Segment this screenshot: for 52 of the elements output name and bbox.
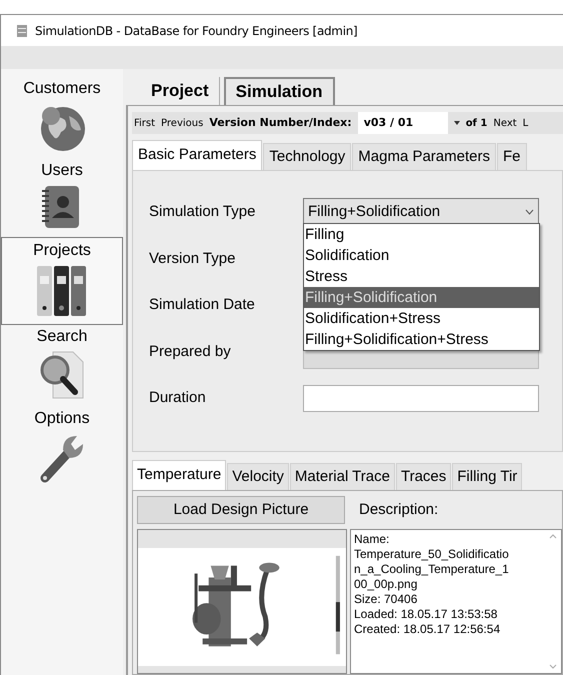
tab[interactable]: Fe	[496, 143, 526, 170]
tab[interactable]: Traces	[396, 463, 452, 490]
tab[interactable]: Project	[141, 77, 220, 105]
binders-icon	[35, 264, 89, 318]
dropdown-option[interactable]: Filling+Solidification+Stress	[304, 329, 539, 350]
field-label: Simulation Type	[149, 202, 256, 222]
dropdown-option[interactable]: Filling+Solidification	[304, 287, 539, 308]
scroll-up-icon[interactable]	[549, 534, 557, 539]
tab[interactable]: Simulation	[224, 77, 335, 105]
version-field[interactable]: v03 / 01	[358, 112, 448, 134]
tab[interactable]: Material Trace	[290, 463, 395, 490]
sidebar-item[interactable]: Users	[1, 159, 123, 237]
description-line: n_a_Cooling_Temperature_1	[354, 562, 510, 577]
previous-button[interactable]: Previous	[161, 116, 204, 130]
description-label: Description:	[359, 500, 438, 520]
field-label: Prepared by	[149, 342, 232, 362]
dropdown-option[interactable]: Stress	[304, 266, 539, 287]
description-field[interactable]: Name: Temperature_50_Solidificatio n_a_Cooling_Temperature_1 00_00p.png Size: 70406 Loaded: 18.05.17 13:53:58 Created: 18.05.17 12:56:54	[350, 529, 562, 674]
tab[interactable]: Filling Tir	[452, 463, 522, 490]
field-label: Simulation Date	[149, 295, 256, 315]
description-line: Loaded: 18.05.17 13:53:58	[354, 607, 498, 622]
window-title: SimulationDB - DataBase for Foundry Engineers [admin]	[35, 22, 358, 40]
record-count: of 1	[466, 116, 488, 130]
description-line: Size: 70406	[354, 592, 418, 607]
tab[interactable]: Technology	[263, 143, 352, 170]
chevron-down-icon	[525, 209, 534, 216]
dropdown-option[interactable]: Solidification+Stress	[304, 308, 539, 329]
last-button[interactable]: L	[522, 116, 528, 130]
tab[interactable]: Velocity	[227, 463, 289, 490]
load-picture-button[interactable]: Load Design Picture	[137, 496, 345, 524]
duration-field[interactable]	[303, 384, 539, 412]
description-line: Name:	[354, 532, 390, 547]
tab[interactable]: Basic Parameters	[132, 140, 262, 170]
tab[interactable]: Temperature	[132, 460, 226, 490]
first-button[interactable]: First	[134, 116, 156, 130]
description-line: Created: 18.05.17 12:56:54	[354, 622, 502, 637]
description-line: Temperature_50_Solidificatio	[354, 547, 510, 562]
sidebar-item[interactable]: Customers	[1, 77, 123, 159]
description-line: 00_00p.png	[354, 577, 418, 592]
sidebar-item[interactable]: Options	[1, 407, 123, 491]
scroll-down-icon[interactable]	[549, 664, 557, 669]
dropdown-option[interactable]: Solidification	[304, 245, 539, 266]
tab[interactable]: Magma Parameters	[352, 143, 496, 170]
sidebar-item[interactable]: Projects	[1, 237, 123, 325]
next-button[interactable]: Next	[493, 116, 517, 130]
dropdown-option[interactable]: Filling	[304, 224, 539, 245]
version-label: Version Number/Index:	[209, 114, 352, 131]
sidebar-item[interactable]: Search	[1, 325, 123, 407]
dropdown-icon[interactable]	[454, 121, 460, 125]
app-icon	[17, 24, 27, 36]
field-label: Duration	[149, 388, 207, 408]
field-label: Version Type	[149, 248, 236, 268]
